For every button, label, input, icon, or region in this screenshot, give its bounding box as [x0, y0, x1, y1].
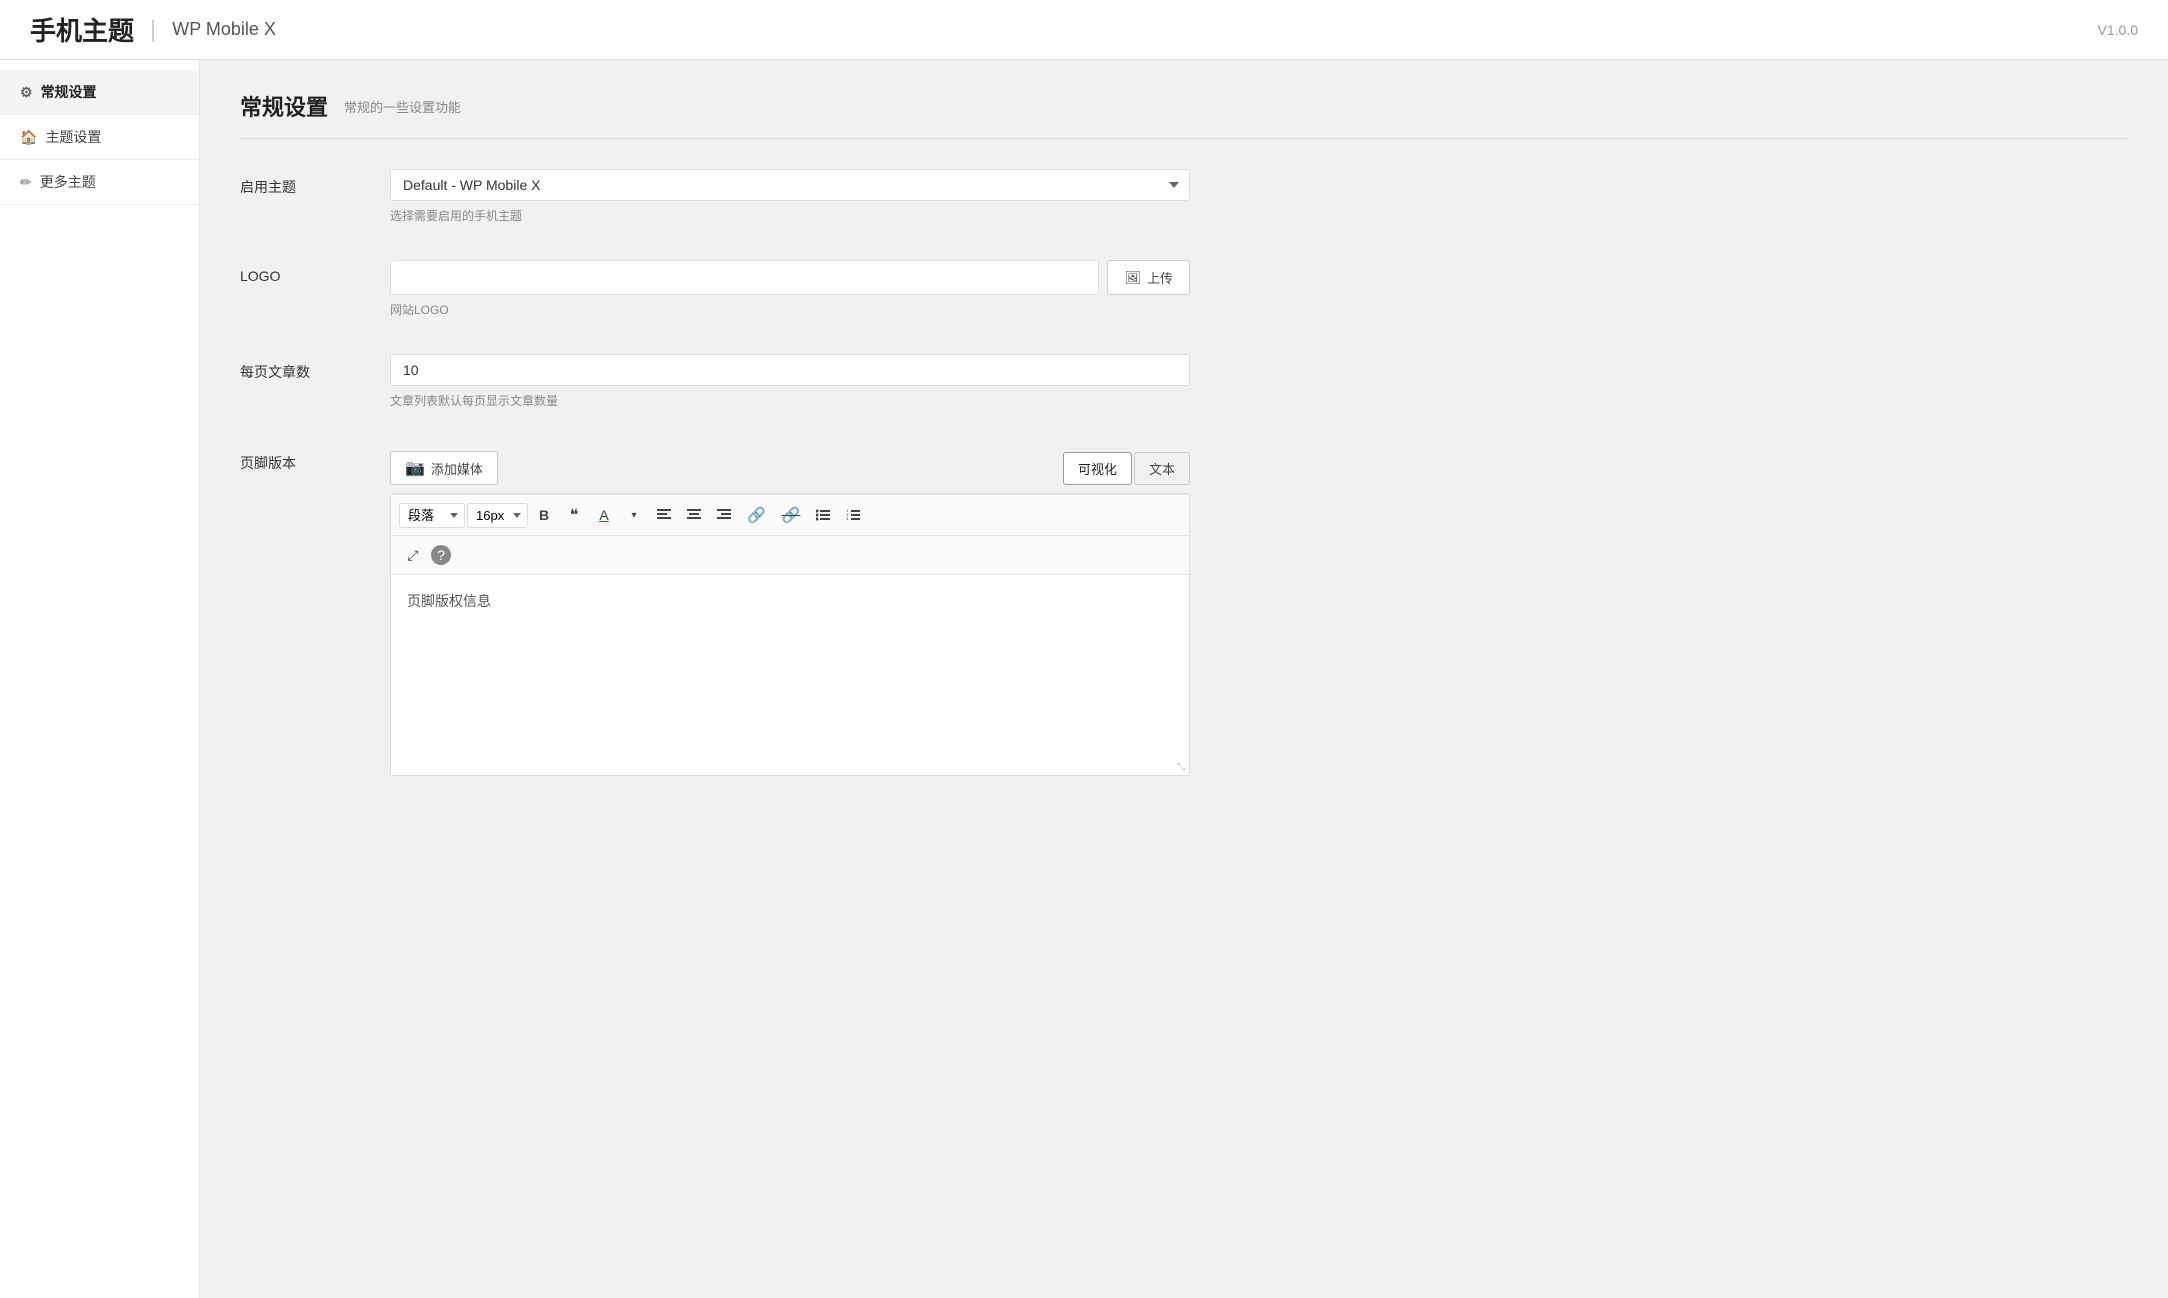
- align-right-button[interactable]: [710, 501, 738, 529]
- home-icon: 🏠: [20, 129, 37, 146]
- insert-link-button[interactable]: 🔗: [740, 501, 773, 529]
- svg-text:3.: 3.: [846, 516, 849, 521]
- version-label: V1.0.0: [2098, 22, 2138, 38]
- blockquote-button[interactable]: ❝: [560, 501, 588, 529]
- align-center-icon: [687, 509, 701, 521]
- font-color-arrow[interactable]: ▾: [620, 501, 648, 529]
- editor-toolbar: 段落标题1标题2标题3 16px12px14px18px20px24px B ❝…: [391, 494, 1189, 536]
- sidebar-label-theme: 主题设置: [45, 127, 101, 147]
- header-left: 手机主题 | WP Mobile X: [30, 11, 276, 48]
- ol-icon: 1.2.3.: [846, 509, 860, 521]
- logo-input-group: 🖼 上传: [390, 260, 1190, 295]
- pencil-icon: ✏: [20, 174, 32, 191]
- sidebar-item-theme[interactable]: 🏠 主题设置: [0, 115, 199, 160]
- footer-control: 📷 添加媒体 可视化 文本 段落标题1标题2标题3 16px12px14px18: [390, 445, 1190, 776]
- editor-content-text: 页脚版权信息: [407, 593, 491, 609]
- media-icon: 📷: [405, 458, 425, 478]
- align-right-icon: [717, 509, 731, 521]
- form-row-footer: 页脚版本 📷 添加媒体 可视化 文本: [240, 445, 2128, 776]
- form-row-articles: 每页文章数 10 文章列表默认每页显示文章数量: [240, 354, 2128, 409]
- help-button[interactable]: ?: [431, 545, 451, 565]
- articles-hint: 文章列表默认每页显示文章数量: [390, 392, 1190, 409]
- sidebar-label-general: 常规设置: [41, 82, 97, 102]
- editor-top-bar: 📷 添加媒体 可视化 文本: [390, 445, 1190, 493]
- tab-text[interactable]: 文本: [1134, 452, 1190, 485]
- enable-theme-control: Default - WP Mobile X 选择需要启用的手机主题: [390, 169, 1190, 224]
- form-row-enable-theme: 启用主题 Default - WP Mobile X 选择需要启用的手机主题: [240, 169, 2128, 224]
- add-media-button[interactable]: 📷 添加媒体: [390, 451, 498, 485]
- main-layout: ⚙ 常规设置 🏠 主题设置 ✏ 更多主题 常规设置 常规的一些设置功能 启用主题…: [0, 60, 2168, 1298]
- resize-handle[interactable]: ⤡: [1177, 762, 1185, 773]
- upload-label: 上传: [1147, 268, 1173, 287]
- ordered-list-button[interactable]: 1.2.3.: [839, 501, 867, 529]
- articles-label: 每页文章数: [240, 354, 360, 382]
- image-icon: 🖼: [1124, 270, 1141, 286]
- page-desc: 常规的一些设置功能: [344, 97, 461, 116]
- header: 手机主题 | WP Mobile X V1.0.0: [0, 0, 2168, 60]
- form-row-logo: LOGO 🖼 上传 网站LOGO: [240, 260, 2128, 318]
- enable-theme-select[interactable]: Default - WP Mobile X: [390, 169, 1190, 201]
- footer-label: 页脚版本: [240, 445, 360, 473]
- page-title: 常规设置: [240, 90, 328, 122]
- sidebar-label-more: 更多主题: [40, 172, 96, 192]
- editor-content-area: 页脚版权信息 ⤡: [391, 575, 1189, 775]
- tab-visual[interactable]: 可视化: [1063, 452, 1132, 485]
- main-content: 常规设置 常规的一些设置功能 启用主题 Default - WP Mobile …: [200, 60, 2168, 1298]
- logo-label: LOGO: [240, 260, 360, 284]
- font-color-button[interactable]: A: [590, 501, 618, 529]
- page-header: 常规设置 常规的一些设置功能: [240, 90, 2128, 139]
- logo-control: 🖼 上传 网站LOGO: [390, 260, 1190, 318]
- sidebar-item-general[interactable]: ⚙ 常规设置: [0, 70, 199, 115]
- articles-control: 10 文章列表默认每页显示文章数量: [390, 354, 1190, 409]
- editor-content[interactable]: 页脚版权信息: [391, 575, 1189, 775]
- logo-input[interactable]: [390, 260, 1099, 295]
- sidebar: ⚙ 常规设置 🏠 主题设置 ✏ 更多主题: [0, 60, 200, 1298]
- upload-button[interactable]: 🖼 上传: [1107, 260, 1190, 295]
- editor-toolbar-row2: ⤢ ?: [391, 536, 1189, 575]
- remove-link-button[interactable]: 🔗: [775, 501, 808, 529]
- app-title: 手机主题: [30, 11, 134, 48]
- enable-theme-label: 启用主题: [240, 169, 360, 197]
- unordered-list-button[interactable]: [809, 501, 837, 529]
- app-subtitle: WP Mobile X: [172, 19, 276, 40]
- fullscreen-button[interactable]: ⤢: [399, 541, 427, 569]
- sidebar-item-more[interactable]: ✏ 更多主题: [0, 160, 199, 205]
- gear-icon: ⚙: [20, 84, 33, 101]
- paragraph-select[interactable]: 段落标题1标题2标题3: [399, 503, 465, 528]
- editor-wrapper: 段落标题1标题2标题3 16px12px14px18px20px24px B ❝…: [390, 493, 1190, 776]
- bold-button[interactable]: B: [530, 501, 558, 529]
- add-media-label: 添加媒体: [431, 459, 483, 478]
- articles-input[interactable]: 10: [390, 354, 1190, 386]
- font-size-select[interactable]: 16px12px14px18px20px24px: [467, 503, 528, 528]
- editor-view-tabs: 可视化 文本: [1063, 452, 1190, 485]
- align-left-icon: [657, 509, 671, 521]
- header-divider: |: [150, 16, 156, 44]
- align-center-button[interactable]: [680, 501, 708, 529]
- editor-top-bar-left: 📷 添加媒体: [390, 451, 498, 485]
- logo-hint: 网站LOGO: [390, 301, 1190, 318]
- align-left-button[interactable]: [650, 501, 678, 529]
- enable-theme-hint: 选择需要启用的手机主题: [390, 207, 1190, 224]
- ul-icon: [816, 509, 830, 521]
